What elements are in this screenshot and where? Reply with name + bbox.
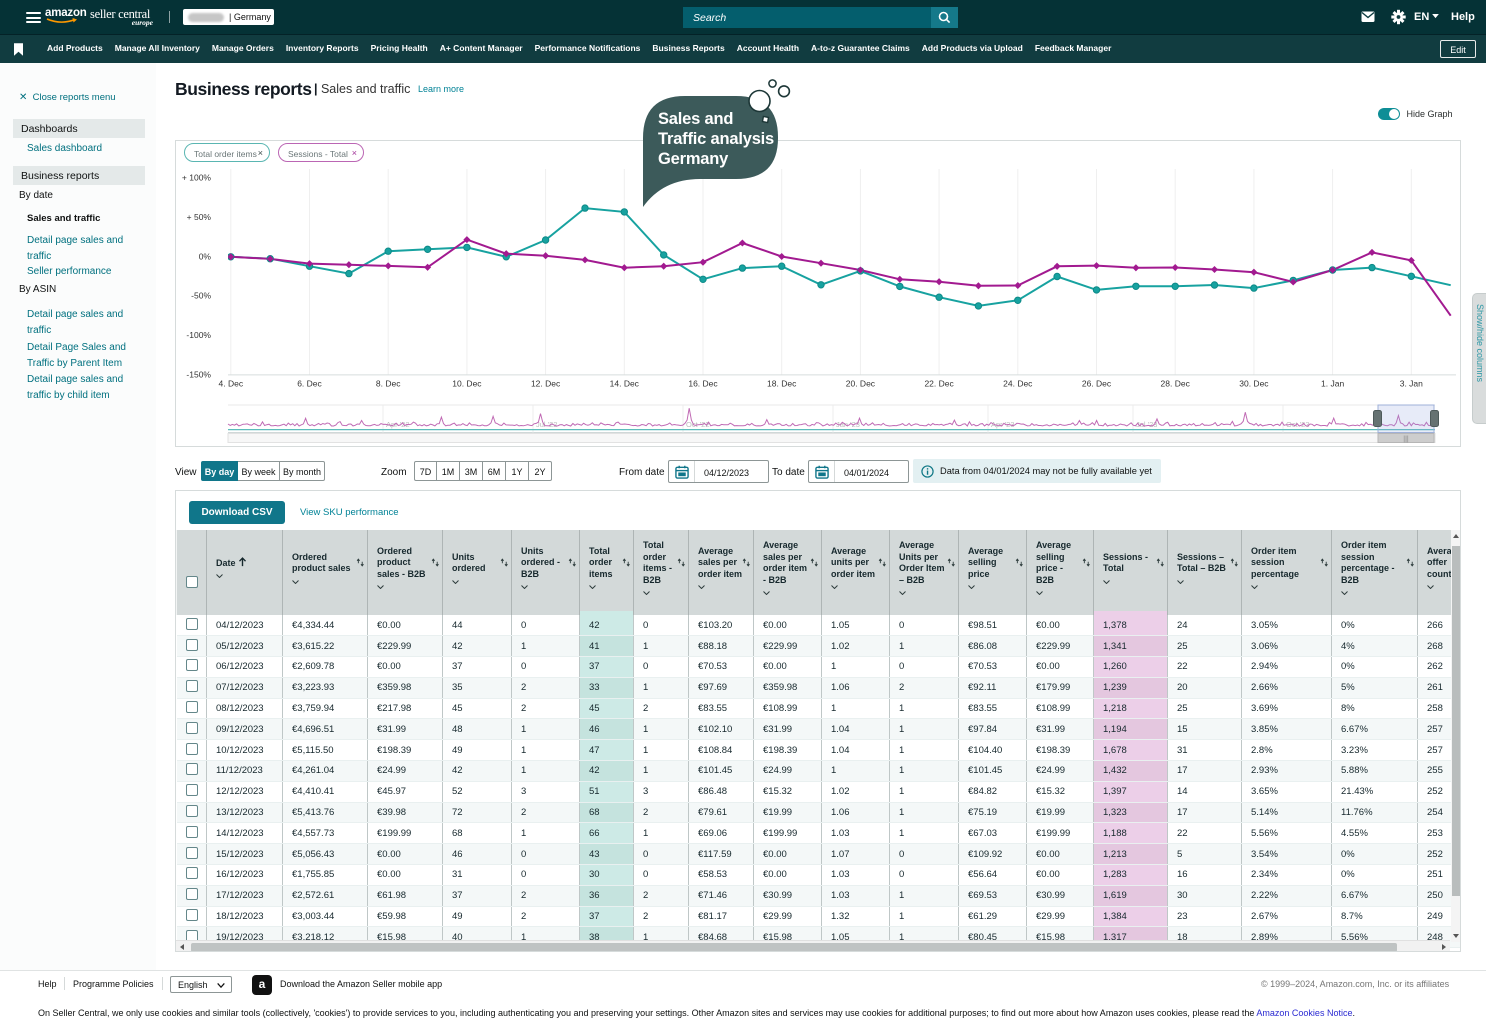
- svg-text:30. Dec: 30. Dec: [1239, 379, 1269, 389]
- svg-text:0%: 0%: [199, 251, 212, 261]
- svg-text:3. Jan: 3. Jan: [1400, 379, 1423, 389]
- svg-text:-50%: -50%: [191, 291, 211, 301]
- svg-text:20. Dec: 20. Dec: [846, 379, 876, 389]
- svg-text:24. Dec: 24. Dec: [1003, 379, 1033, 389]
- svg-text:-100%: -100%: [186, 330, 211, 340]
- svg-text:12. Dec: 12. Dec: [531, 379, 561, 389]
- svg-text:8. Dec: 8. Dec: [376, 379, 401, 389]
- svg-text:18. Dec: 18. Dec: [767, 379, 797, 389]
- svg-text:16. Dec: 16. Dec: [688, 379, 718, 389]
- svg-text:14. Dec: 14. Dec: [610, 379, 640, 389]
- svg-text:6. Dec: 6. Dec: [297, 379, 322, 389]
- svg-text:+ 50%: + 50%: [187, 212, 212, 222]
- svg-text:Germany: Germany: [658, 150, 729, 168]
- svg-text:28. Dec: 28. Dec: [1161, 379, 1191, 389]
- svg-text:1. Jan: 1. Jan: [1321, 379, 1344, 389]
- svg-text:4. Dec: 4. Dec: [219, 379, 244, 389]
- svg-text:|||: |||: [1403, 436, 1409, 443]
- svg-text:26. Dec: 26. Dec: [1082, 379, 1112, 389]
- svg-text:10. Dec: 10. Dec: [452, 379, 482, 389]
- svg-text:22. Dec: 22. Dec: [924, 379, 954, 389]
- svg-text:Traffic analysis: Traffic analysis: [658, 130, 774, 148]
- svg-text:+ 100%: + 100%: [182, 173, 212, 183]
- svg-text:-150%: -150%: [186, 369, 211, 379]
- svg-text:Sales and: Sales and: [658, 110, 733, 128]
